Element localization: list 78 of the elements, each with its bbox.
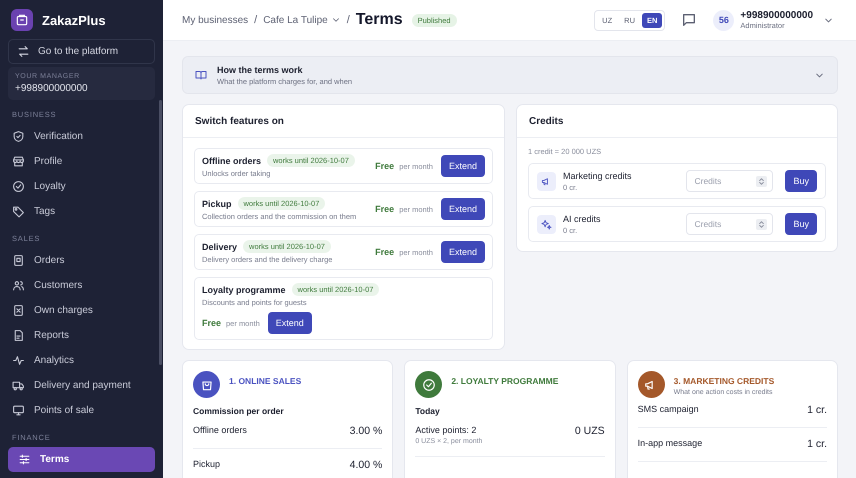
extend-button[interactable]: Extend <box>440 155 485 177</box>
credits-input[interactable]: Credits <box>686 170 774 192</box>
credit-name: AI credits <box>563 214 602 224</box>
row-label: In-app message <box>638 438 702 448</box>
truck-icon <box>12 379 25 392</box>
nav-item[interactable]: Reports <box>8 323 155 348</box>
section-heading: Commission per order <box>193 406 285 416</box>
pulse-icon <box>12 354 25 367</box>
manager-phone: +998900000000 <box>15 83 89 94</box>
receipt-icon <box>12 304 25 317</box>
monitor-icon <box>12 404 25 417</box>
stepper-icon[interactable] <box>756 176 768 186</box>
brand-name: ZakazPlus <box>42 12 106 28</box>
stepper-icon[interactable] <box>756 218 768 230</box>
feature-name: Pickup <box>202 198 232 208</box>
breadcrumb-link[interactable]: Cafe La Tulipe <box>263 14 341 26</box>
book-icon <box>195 69 207 81</box>
price: Free <box>375 247 394 257</box>
price: Free <box>375 161 394 171</box>
row-label: Active points: 2 <box>415 425 478 435</box>
report-icon <box>12 329 25 342</box>
swap-arrows-icon <box>17 45 30 58</box>
card-title: Credits <box>517 105 837 138</box>
breadcrumb-link[interactable]: My businesses <box>182 14 248 26</box>
check-circle-icon <box>12 180 25 193</box>
nav-item[interactable]: Customers <box>8 273 155 298</box>
extend-button[interactable]: Extend <box>440 198 485 220</box>
tag-icon <box>12 205 25 218</box>
user-phone: +998900000000 <box>740 10 813 21</box>
store-icon <box>12 155 25 168</box>
row-value: 4.00 % <box>350 459 382 471</box>
shield-icon <box>12 130 25 143</box>
info-title: How the terms work <box>217 64 304 74</box>
row-value: 0 UZS <box>574 425 605 439</box>
document-icon <box>12 254 25 267</box>
nav-item[interactable]: Profile <box>8 149 155 174</box>
nav-item[interactable]: Analytics <box>8 348 155 373</box>
credit-name: Marketing credits <box>563 170 633 180</box>
row-label: Offline orders <box>193 425 247 435</box>
page-title: Terms <box>356 11 403 29</box>
logo-icon <box>11 9 33 31</box>
nav-item[interactable]: Tags <box>8 199 155 224</box>
row-value: 3.00 % <box>350 425 382 437</box>
feature-name: Offline orders <box>202 156 262 166</box>
nav-item[interactable]: Points of sale <box>8 398 155 423</box>
chat-icon[interactable] <box>681 12 698 28</box>
nav-item[interactable]: Terms <box>8 447 155 472</box>
section-title: 1. ONLINE SALES <box>229 376 302 386</box>
nav-item[interactable]: Delivery and payment <box>8 373 155 398</box>
row-label: Pickup <box>193 459 220 469</box>
avatar[interactable]: 56 <box>713 10 734 30</box>
nav-item[interactable]: Own charges <box>8 298 155 323</box>
extend-button[interactable]: Extend <box>440 241 485 263</box>
breadcrumb-separator: / <box>254 14 258 26</box>
card-title: Switch features on <box>183 105 504 138</box>
price: Free <box>375 204 394 214</box>
section-title: 3. MARKETING CREDITS <box>674 376 774 386</box>
section-title: 2. LOYALTY PROGRAMME <box>451 376 558 386</box>
check-circle-icon <box>422 378 436 392</box>
credits-input[interactable]: Credits <box>686 213 774 235</box>
feature-name: Loyalty programme <box>202 284 286 294</box>
nav-item[interactable]: Verification <box>8 124 155 149</box>
price: Free <box>202 318 222 328</box>
feature-name: Delivery <box>202 242 238 252</box>
nav-item[interactable]: Loyalty <box>8 174 155 199</box>
users-icon <box>12 279 25 292</box>
row-value: 1 cr. <box>807 404 827 416</box>
sliders-icon <box>18 453 31 466</box>
row-label: SMS campaign <box>638 404 699 414</box>
extend-button[interactable]: Extend <box>268 312 312 334</box>
breadcrumb-separator: / <box>346 14 350 26</box>
buy-button[interactable]: Buy <box>785 213 817 235</box>
buy-button[interactable]: Buy <box>785 170 817 192</box>
row-value: 1 cr. <box>807 438 827 450</box>
section-heading: Today <box>415 406 441 416</box>
platform-link[interactable]: Go to the platform <box>8 39 155 64</box>
sparkles-icon <box>541 218 552 230</box>
nav-item[interactable]: Orders <box>8 248 155 273</box>
